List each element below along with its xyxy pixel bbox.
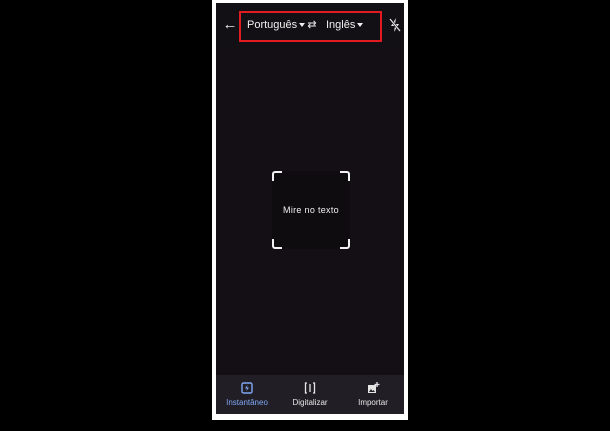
tab-label: Digitalizar <box>292 398 328 407</box>
camera-screen: ← Português ⇄ Inglês Mire no texto Insta… <box>216 3 404 414</box>
viewfinder-corner <box>272 171 282 181</box>
scan-icon <box>304 382 316 394</box>
viewfinder-corner <box>272 239 282 249</box>
import-image-icon <box>368 382 380 393</box>
viewfinder: Mire no texto <box>272 171 350 249</box>
bottom-tab-bar: Instantâneo Digitalizar Importar <box>216 375 404 414</box>
tab-import[interactable]: Importar <box>342 381 404 413</box>
tab-instant[interactable]: Instantâneo <box>216 381 278 413</box>
tab-label: Importar <box>358 398 388 407</box>
tab-scan[interactable]: Digitalizar <box>279 381 341 413</box>
tab-label: Instantâneo <box>226 398 268 407</box>
dropdown-caret-icon <box>357 23 364 28</box>
source-language-label: Português <box>247 19 298 31</box>
back-arrow-icon[interactable]: ← <box>222 17 238 33</box>
viewfinder-corner <box>340 239 350 249</box>
flash-off-icon[interactable] <box>388 17 402 33</box>
target-language-label: Inglês <box>326 19 356 31</box>
target-language-dropdown[interactable]: Inglês <box>326 17 364 33</box>
swap-arrows-icon[interactable]: ⇄ <box>305 17 319 33</box>
viewfinder-corner <box>340 171 350 181</box>
instant-camera-icon <box>241 382 253 394</box>
aim-prompt: Mire no texto <box>283 205 339 215</box>
top-bar: ← Português ⇄ Inglês <box>216 3 404 49</box>
source-language-dropdown[interactable]: Português <box>247 17 306 33</box>
